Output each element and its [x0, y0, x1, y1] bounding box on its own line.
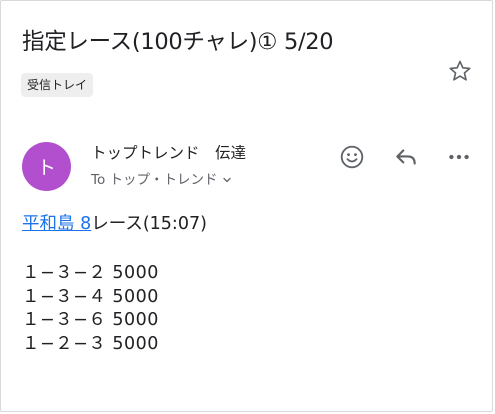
reply-icon [396, 149, 416, 165]
star-icon [449, 60, 471, 81]
email-view: 指定レース(100チャレ)① 5/20 受信トレイ ト トップトレンド 伝達 T… [0, 0, 493, 412]
venue-link[interactable]: 平和島 8 [22, 214, 91, 234]
race-line: 平和島 8レース(15:07) [22, 211, 207, 237]
inbox-label-chip[interactable]: 受信トレイ [21, 73, 94, 97]
reply-button[interactable] [390, 141, 422, 173]
sender-name[interactable]: トップトレンド 伝達 [91, 141, 246, 165]
bet-line: １−３−４ 5000 [22, 286, 159, 307]
email-subject: 指定レース(100チャレ)① 5/20 [22, 29, 334, 55]
chevron-down-icon [222, 175, 232, 185]
race-time-text: レース(15:07) [91, 214, 207, 234]
sender-avatar[interactable]: ト [22, 142, 71, 191]
recipient-details-toggle[interactable]: To トップ・トレンド [91, 170, 232, 190]
emoji-reaction-icon [340, 145, 364, 169]
add-reaction-button[interactable] [336, 141, 368, 173]
email-body: 平和島 8レース(15:07) １−３−２ 5000 １−３−４ 5000 １−… [22, 211, 207, 356]
bet-line: １−３−６ 5000 [22, 310, 159, 330]
avatar-letter: ト [36, 157, 56, 179]
bet-line: １−２−３ 5000 [22, 333, 159, 354]
bet-line: １−３−２ 5000 [22, 263, 159, 283]
more-options-icon [449, 154, 469, 160]
star-button[interactable] [445, 56, 475, 86]
recipient-line: To トップ・トレンド [91, 172, 218, 188]
more-options-button[interactable] [443, 141, 475, 173]
